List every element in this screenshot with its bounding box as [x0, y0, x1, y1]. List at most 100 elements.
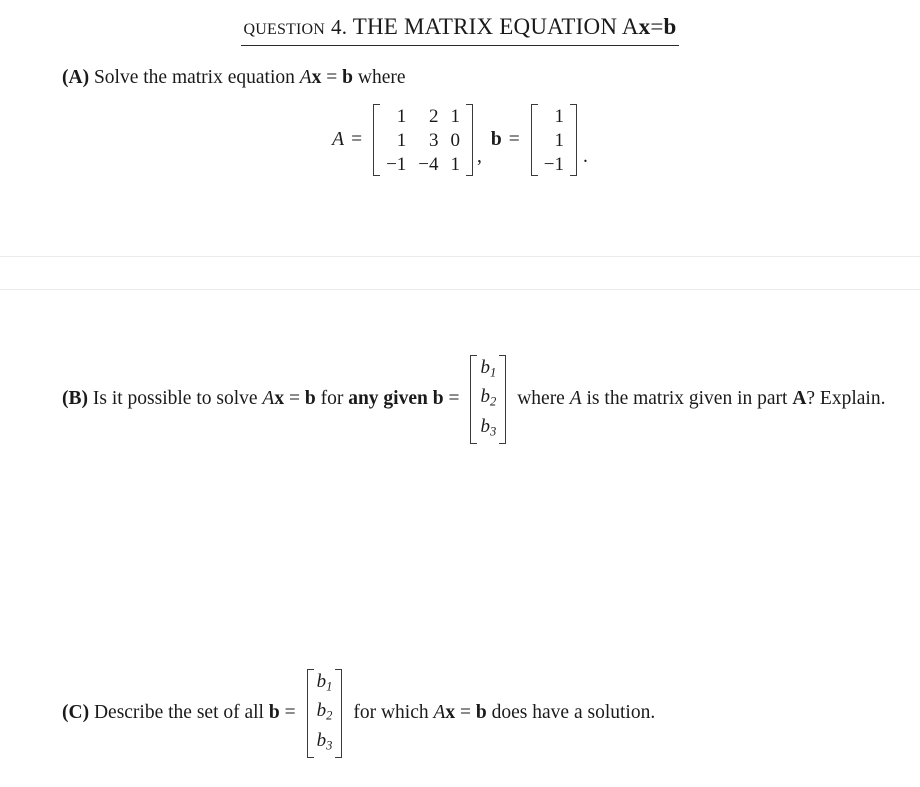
part-b-text-5: ? Explain. — [806, 388, 886, 410]
matrix-A: 1 2 1 1 3 0 −1 −4 1 — [373, 104, 474, 176]
vector-cell: b2 — [477, 385, 499, 415]
part-b-math-x: x — [274, 388, 285, 410]
vector-cell: 1 — [554, 105, 564, 127]
vector-symbol: b — [480, 386, 490, 407]
vector-row: b1 — [314, 669, 336, 699]
part-a-math-equals: = — [326, 67, 338, 88]
vector-cell: b3 — [477, 414, 499, 444]
vector-cell: 1 — [554, 129, 564, 151]
title-question-number: 4. — [331, 15, 348, 39]
vector-b: 1 1 −1 — [530, 104, 577, 176]
title-math-x: x — [638, 14, 651, 39]
vector-symbol: b — [316, 670, 327, 692]
page-separator-rule-top — [0, 256, 920, 257]
vector-row: b1 — [477, 355, 499, 385]
matrix-cell: 2 — [429, 105, 439, 127]
display-A-label: A — [332, 129, 345, 150]
part-b-text-4: is the matrix given in part — [586, 388, 788, 410]
page-title: Question 4. THE MATRIX EQUATION Ax=b — [0, 14, 920, 46]
part-b-text-1: Is it possible to solve — [92, 388, 258, 410]
part-b-text-3: where — [517, 388, 565, 410]
vector-cell: b1 — [314, 669, 336, 699]
vector-row: b3 — [314, 728, 336, 758]
vector-subscript: 3 — [326, 738, 333, 752]
part-b-math-b: b — [304, 388, 316, 410]
part-c-math-equals: = — [460, 702, 472, 724]
part-a-text-before: Solve the matrix equation — [93, 67, 295, 88]
vector-symbol: b — [316, 729, 327, 751]
part-b-vector-left-bracket — [470, 355, 478, 444]
part-b-statement: (B) Is it possible to solve A x = b for … — [62, 355, 885, 444]
vector-row: −1 — [538, 152, 570, 176]
matrix-cell: −4 — [418, 153, 439, 175]
part-b-bold-part-ref: A — [792, 388, 807, 410]
matrix-A-left-bracket — [373, 104, 381, 176]
part-a-math-b: b — [342, 67, 354, 88]
part-b-label: (B) — [62, 388, 88, 410]
display-equals-2: = — [508, 129, 520, 150]
part-c-vector-right-bracket — [335, 669, 343, 758]
matrix-cell: 0 — [450, 129, 461, 151]
vector-subscript: 2 — [326, 708, 333, 723]
vector-row: 1 — [538, 104, 570, 128]
matrix-row: 1 3 0 — [380, 128, 466, 152]
vector-symbol: b — [480, 356, 490, 378]
matrix-cell: 3 — [429, 129, 439, 151]
matrix-row: −1 −4 1 — [380, 152, 466, 176]
part-b-math-equals: = — [288, 388, 300, 410]
title-math-A: A — [621, 14, 639, 39]
part-c-math-A: A — [433, 702, 446, 724]
part-c-label: (C) — [62, 702, 90, 724]
vector-row: b3 — [477, 414, 499, 444]
matrix-cell: 1 — [450, 153, 461, 175]
part-c-text-2: for which — [353, 702, 429, 724]
matrix-A-right-bracket — [466, 104, 474, 176]
matrix-cell: 1 — [396, 129, 407, 151]
vector-subscript: 1 — [489, 365, 497, 379]
title-math-b: b — [663, 14, 677, 39]
part-c-text-1: Describe the set of all — [93, 702, 264, 724]
display-b-label: b — [490, 129, 502, 150]
part-b-generic-vector-b: b1 b2 b3 — [470, 355, 507, 444]
vector-symbol: b — [316, 700, 327, 721]
vector-symbol: b — [480, 415, 490, 437]
vector-row: b2 — [477, 385, 499, 415]
matrix-cell: 1 — [396, 105, 407, 127]
title-math-equals: = — [650, 14, 664, 39]
vector-subscript: 3 — [489, 424, 497, 438]
part-a-statement: (A) Solve the matrix equation Ax = b whe… — [62, 65, 406, 91]
vector-cell: b2 — [314, 699, 336, 729]
vector-subscript: 1 — [326, 679, 333, 693]
part-c-math-x: x — [445, 702, 456, 724]
part-c-generic-vector-b: b1 b2 b3 — [306, 669, 343, 758]
part-c-equals-sign: = — [284, 702, 296, 724]
display-equals-1: = — [351, 129, 363, 150]
matrix-row: 1 2 1 — [380, 104, 466, 128]
part-a-display-equation: A = 1 2 1 1 3 0 −1 −4 1 , b = 1 1 −1 . — [0, 104, 920, 176]
part-a-math-A: A — [299, 67, 312, 88]
vector-row: b2 — [314, 699, 336, 729]
vector-cell: −1 — [543, 153, 564, 175]
part-b-bold-phrase: any given b — [348, 388, 444, 410]
vector-subscript: 2 — [489, 394, 497, 409]
vector-b-left-bracket — [530, 104, 538, 176]
part-c-math-b: b — [268, 702, 280, 724]
part-b-math-A2: A — [569, 388, 582, 410]
display-terminator: . — [582, 146, 588, 167]
title-question-word: Question — [243, 14, 326, 39]
part-b-text-2: for — [320, 388, 344, 410]
display-separator-comma: , — [477, 146, 482, 167]
part-a-text-after: where — [357, 67, 406, 88]
part-a-label: (A) — [62, 67, 90, 88]
part-c-text-3: does have a solution. — [491, 702, 656, 724]
part-b-equals-sign: = — [448, 388, 460, 410]
part-b-vector-right-bracket — [499, 355, 507, 444]
part-c-statement: (C) Describe the set of all b = b1 b2 b3 — [62, 669, 655, 758]
matrix-cell: −1 — [386, 153, 407, 175]
part-b-math-A: A — [262, 388, 275, 410]
part-c-vector-left-bracket — [306, 669, 314, 758]
title-text: Question 4. THE MATRIX EQUATION Ax=b — [241, 14, 679, 46]
vector-row: 1 — [538, 128, 570, 152]
vector-b-right-bracket — [569, 104, 577, 176]
title-heading: THE MATRIX EQUATION — [352, 14, 618, 39]
